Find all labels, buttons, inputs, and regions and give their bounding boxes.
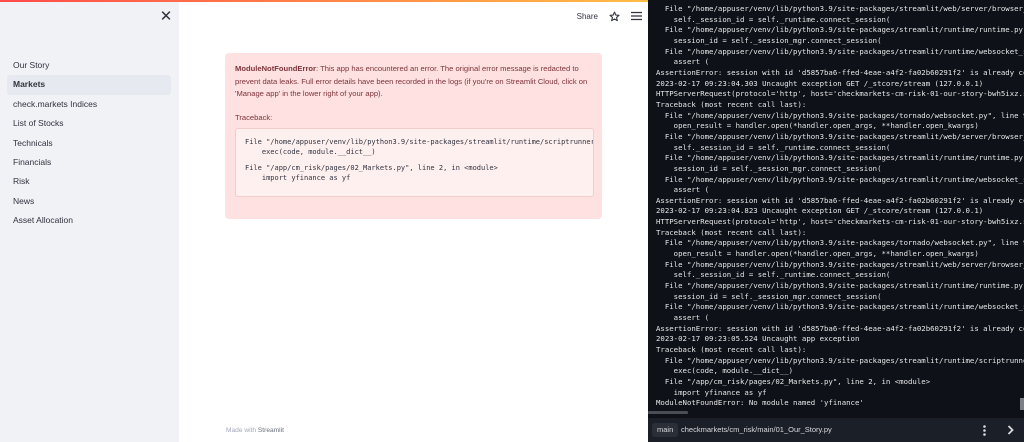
terminal-line: File "/home/appuser/venv/lib/python3.9/s… [664,259,1024,269]
chevron-right-icon[interactable] [1004,423,1016,437]
traceback-code-block: File "/home/appuser/venv/lib/python3.9/s… [235,127,594,197]
error-alert: ModuleNotFoundError: This app has encoun… [225,53,602,219]
terminal-line: 2023-02-17 09:23:04.823 Uncaught excepti… [656,206,984,216]
terminal-line: session_id = self._session_mgr.connect_s… [656,291,882,301]
terminal-line: AssertionError: session with id 'd5857ba… [656,323,1024,333]
sidebar-nav: Our Story Markets check.markets Indices Lis… [7,56,171,231]
terminal-line: File "/home/appuser/venv/lib/python3.9/s… [664,46,1024,56]
terminal-line: assert ( [656,313,710,323]
terminal-line: File "/home/appuser/venv/lib/python3.9/s… [656,281,1024,291]
terminal-line: session_id = self._session_mgr.connect_s… [656,35,882,45]
branch-badge[interactable]: main [652,423,679,437]
made-with-text: Made with [226,427,258,434]
vertical-scrollbar[interactable] [1020,398,1024,410]
sidebar-item-asset-allocation[interactable]: Asset Allocation [7,211,171,230]
horizontal-scrollbar[interactable] [648,411,688,414]
terminal-line: Traceback (most recent call last): [656,99,807,109]
log-terminal: File "/home/appuser/venv/lib/python3.9/s… [648,0,1024,442]
sidebar: ✕ Our Story Markets check.markets Indices L… [0,2,179,442]
sidebar-item-our-story[interactable]: Our Story [7,56,171,75]
terminal-line: File "/home/appuser/venv/lib/python3.9/s… [664,110,1024,120]
statusbar-actions [978,423,1016,437]
traceback-line: File "/home/appuser/venv/lib/python3.9/s… [245,137,594,146]
sidebar-item-markets[interactable]: Markets [7,75,171,95]
sidebar-item-check-markets-indices[interactable]: check.markets Indices [7,95,171,114]
terminal-line: HTTPServerRequest(protocol='http', host=… [656,89,1024,99]
file-path: checkmarkets/cm_risk/main/01_Our_Story.p… [681,425,832,434]
terminal-line: File "/home/appuser/venv/lib/python3.9/s… [664,238,1024,248]
sidebar-item-technicals[interactable]: Technicals [7,134,171,153]
main-content: Share ModuleNotFoundError: This app has … [179,2,648,442]
terminal-line: File "/home/appuser/venv/lib/python3.9/s… [664,174,1024,184]
star-icon[interactable] [608,10,620,22]
terminal-statusbar: main checkmarkets/cm_risk/main/01_Our_St… [648,418,1024,442]
terminal-line: self._session_id = self._runtime.connect… [656,270,891,280]
terminal-line: self._session_id = self._runtime.connect… [656,142,891,152]
terminal-line: Traceback (most recent call last): [656,345,807,354]
traceback-label: Traceback: [235,112,273,122]
terminal-line: File "/app/cm_risk/pages/02_Markets.py",… [656,376,931,386]
terminal-line: open_result = handler.open(*handler.open… [656,249,979,259]
hamburger-menu-icon[interactable] [630,10,642,22]
error-message: ModuleNotFoundError: This app has encoun… [235,63,592,101]
terminal-line: session_id = self._session_mgr.connect_s… [656,163,882,173]
terminal-line: AssertionError: session with id 'd5857ba… [656,195,1024,205]
terminal-line: 2023-02-17 09:23:05.524 Uncaught app exc… [656,334,860,344]
terminal-line: 2023-02-17 09:23:04.303 Uncaught excepti… [656,78,984,88]
terminal-line: File "/home/appuser/venv/lib/python3.9/s… [656,25,1024,35]
share-button[interactable]: Share [577,12,598,21]
more-vertical-icon[interactable] [978,423,990,437]
terminal-line: open_result = handler.open(*handler.open… [656,121,979,131]
header-actions: Share [577,10,642,22]
streamlit-link[interactable]: Streamlit [258,427,284,434]
sidebar-item-news[interactable]: News [7,192,171,211]
made-with-footer: Made with Streamlit [226,427,284,434]
traceback-line: exec(code, module.__dict__) [245,148,376,156]
terminal-line: ModuleNotFoundError: No module named 'yf… [656,398,864,408]
terminal-line: exec(code, module.__dict__) [656,366,794,376]
terminal-line: File "/home/appuser/venv/lib/python3.9/s… [656,153,1024,163]
sidebar-item-financials[interactable]: Financials [7,153,171,172]
terminal-line: assert ( [656,57,710,67]
terminal-line: File "/home/appuser/venv/lib/python3.9/s… [664,355,1024,365]
terminal-line: assert ( [656,185,710,195]
sidebar-item-list-of-stocks[interactable]: List of Stocks [7,114,171,133]
terminal-line: AssertionError: session with id 'd5857ba… [656,67,1024,77]
traceback-line: import yfinance as yf [245,174,351,182]
terminal-line: Traceback (most recent call last): [656,227,807,237]
error-name: ModuleNotFoundError [235,64,316,73]
terminal-line: import yfinance as yf [656,387,767,397]
terminal-line: File "/home/appuser/venv/lib/python3.9/s… [664,131,1024,141]
close-icon[interactable]: ✕ [158,9,174,25]
traceback-line: File "/app/cm_risk/pages/02_Markets.py",… [245,163,498,172]
sidebar-item-risk[interactable]: Risk [7,172,171,191]
terminal-line: File "/home/appuser/venv/lib/python3.9/s… [664,302,1024,312]
terminal-line: HTTPServerRequest(protocol='http', host=… [656,217,1024,227]
terminal-line: File "/home/appuser/venv/lib/python3.9/s… [664,4,1024,13]
terminal-line: self._session_id = self._runtime.connect… [656,14,891,24]
terminal-output: File "/home/appuser/venv/lib/python3.9/s… [656,4,1024,412]
